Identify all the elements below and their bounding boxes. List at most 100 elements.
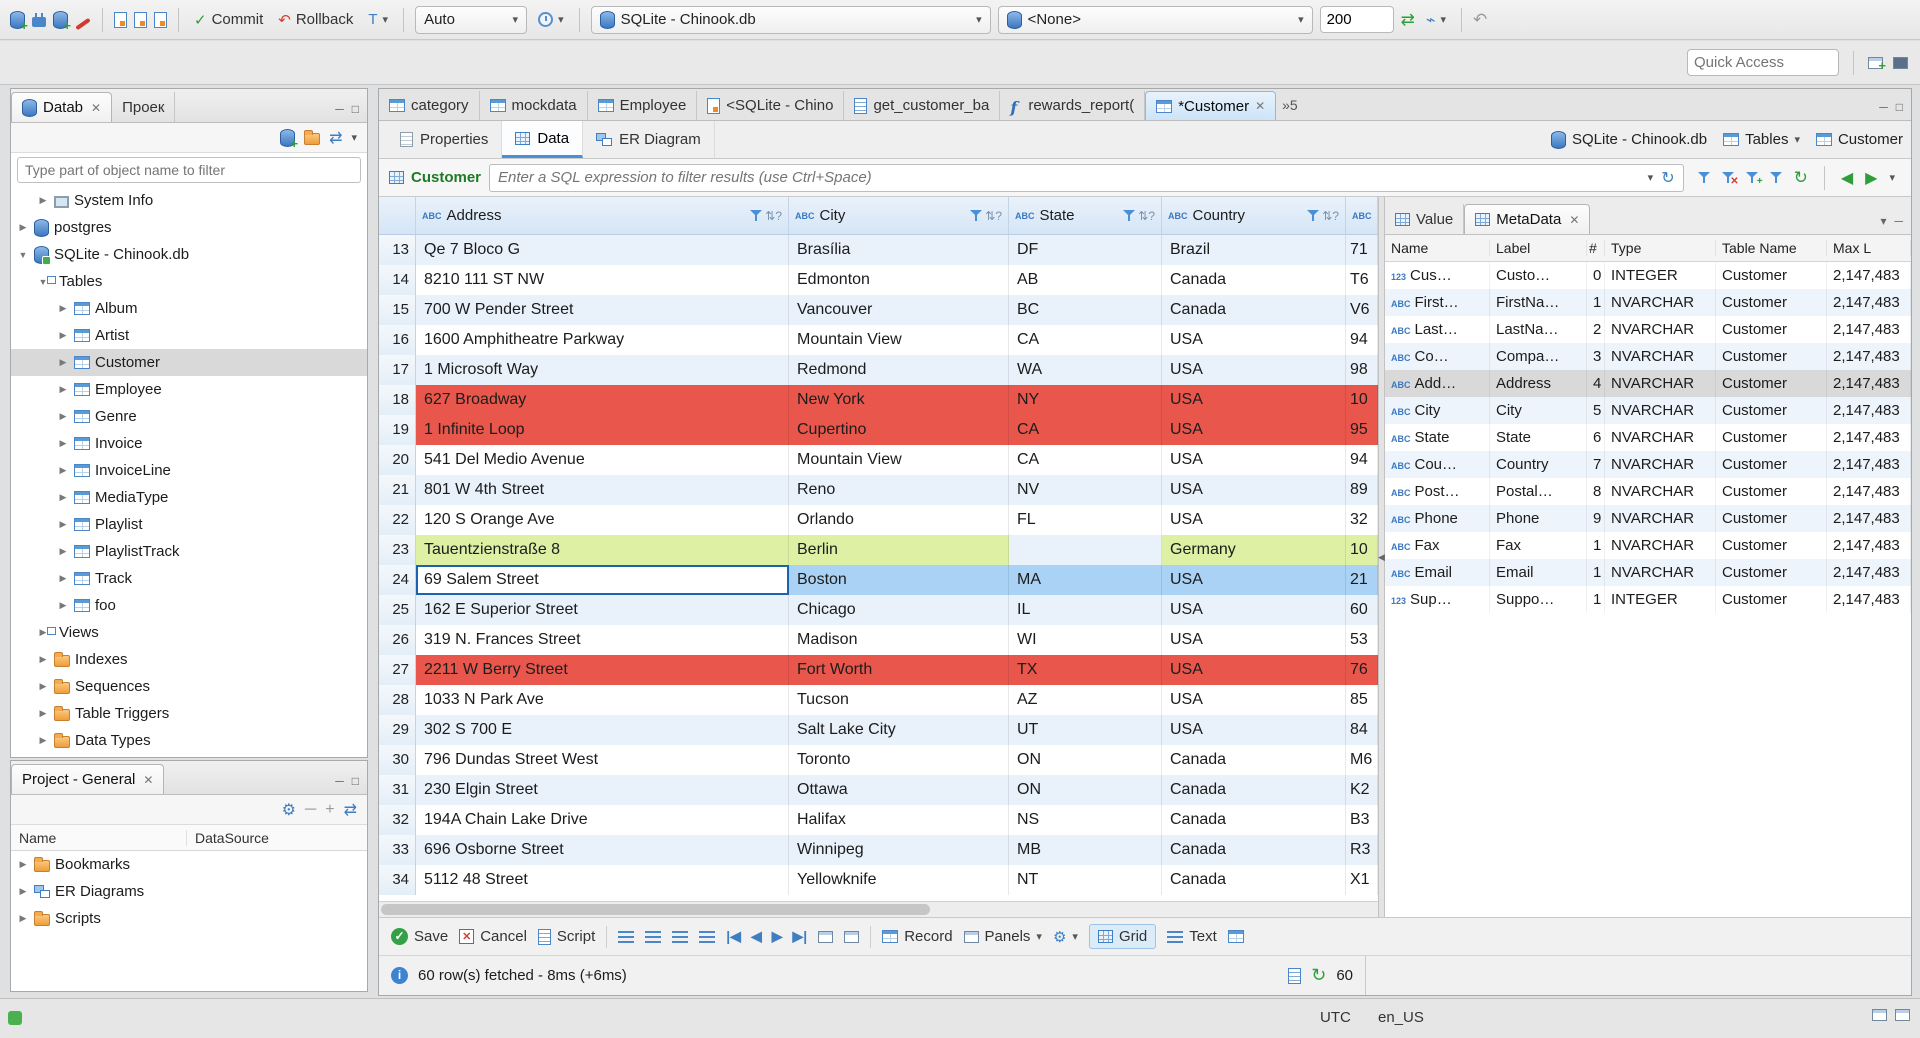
table-row[interactable]: 26 319 N. Frances Street Madison WI USA …	[379, 625, 1378, 655]
address-cell[interactable]: 696 Osborne Street	[416, 835, 789, 865]
meta-table-cell[interactable]: Customer	[1716, 586, 1827, 613]
navigator-tree-item[interactable]: ▶ Album	[11, 295, 367, 322]
previous-row-button[interactable]: ◀	[751, 928, 762, 945]
meta-table-cell[interactable]: Customer	[1716, 532, 1827, 559]
grid-corner-cell[interactable]	[379, 197, 416, 234]
meta-ordinal-cell[interactable]: 6	[1587, 424, 1605, 451]
city-cell[interactable]: New York	[789, 385, 1009, 415]
meta-label-cell[interactable]: Email	[1490, 559, 1587, 586]
state-cell[interactable]: WA	[1009, 355, 1162, 385]
address-cell[interactable]: 2211 W Berry Street	[416, 655, 789, 685]
row-number-cell[interactable]: 31	[379, 775, 416, 805]
navigator-tree-item[interactable]: ▶ Artist	[11, 322, 367, 349]
expand-arrow-icon[interactable]: ▶	[57, 438, 69, 449]
filter-icon[interactable]	[1697, 172, 1710, 183]
close-icon[interactable]: ✕	[1569, 213, 1579, 227]
navigator-tree-item[interactable]: ▼ Tables	[11, 268, 367, 295]
grid-column-header[interactable]: ABC Address ⇅?	[416, 197, 789, 234]
first-row-button[interactable]: |◀	[726, 928, 741, 945]
address-cell[interactable]: 1 Infinite Loop	[416, 415, 789, 445]
meta-name-cell[interactable]: 123 Sup…	[1385, 586, 1490, 613]
row-number-cell[interactable]: 18	[379, 385, 416, 415]
meta-ordinal-cell[interactable]: 1	[1587, 586, 1605, 613]
meta-label-cell[interactable]: Compa…	[1490, 343, 1587, 370]
address-cell[interactable]: 8210 111 ST NW	[416, 265, 789, 295]
address-cell[interactable]: 319 N. Frances Street	[416, 625, 789, 655]
breadcrumb-entity[interactable]: Customer	[1815, 131, 1903, 148]
meta-type-cell[interactable]: NVARCHAR	[1605, 370, 1716, 397]
collapse-all-icon[interactable]: ─	[305, 801, 316, 819]
editor-tab[interactable]: get_customer_ba	[844, 91, 1001, 120]
panel-menu-icon[interactable]: ▾	[1880, 214, 1886, 228]
maximize-button[interactable]: □	[1896, 100, 1903, 114]
grid-view-button[interactable]: Grid	[1088, 924, 1157, 949]
address-cell[interactable]: 120 S Orange Ave	[416, 505, 789, 535]
meta-column-header[interactable]: Type	[1605, 240, 1716, 256]
postal-cell[interactable]: X1	[1346, 865, 1378, 895]
tab-overflow-indicator[interactable]: »5	[1282, 97, 1298, 113]
row-number-cell[interactable]: 15	[379, 295, 416, 325]
notifications-icon[interactable]	[1895, 1009, 1910, 1021]
sql-filter-input[interactable]	[498, 169, 1640, 186]
city-cell[interactable]: Winnipeg	[789, 835, 1009, 865]
state-cell[interactable]: CA	[1009, 445, 1162, 475]
city-cell[interactable]: Berlin	[789, 535, 1009, 565]
address-cell[interactable]: 5112 48 Street	[416, 865, 789, 895]
meta-name-cell[interactable]: ABC Phone	[1385, 505, 1490, 532]
address-cell[interactable]: 796 Dundas Street West	[416, 745, 789, 775]
table-row[interactable]: 32 194A Chain Lake Drive Halifax NS Cana…	[379, 805, 1378, 835]
meta-ordinal-cell[interactable]: 7	[1587, 451, 1605, 478]
data-transfer-button[interactable]: ⌁ ▾	[1422, 6, 1450, 34]
metadata-row[interactable]: ABC Post… Postal… 8 NVARCHAR Customer 2,1…	[1385, 478, 1911, 505]
country-cell[interactable]: Canada	[1162, 805, 1346, 835]
navigator-tree-item[interactable]: ▼ SQLite - Chinook.db	[11, 241, 367, 268]
meta-column-header[interactable]: #	[1587, 240, 1605, 256]
navigator-tree-item[interactable]: ▶ Track	[11, 565, 367, 592]
table-row[interactable]: 16 1600 Amphitheatre Parkway Mountain Vi…	[379, 325, 1378, 355]
meta-name-cell[interactable]: ABC Email	[1385, 559, 1490, 586]
background-tasks-icon[interactable]	[1872, 1009, 1887, 1021]
tab-project-general[interactable]: Project - General ✕	[11, 764, 165, 794]
column-filter-icon[interactable]	[1123, 210, 1136, 221]
metadata-row[interactable]: ABC Email Email 1 NVARCHAR Customer 2,147…	[1385, 559, 1911, 586]
state-cell[interactable]: FL	[1009, 505, 1162, 535]
open-perspective-icon[interactable]	[1868, 56, 1886, 73]
city-cell[interactable]: Fort Worth	[789, 655, 1009, 685]
meta-name-cell[interactable]: ABC First…	[1385, 289, 1490, 316]
meta-label-cell[interactable]: Postal…	[1490, 478, 1587, 505]
meta-column-header[interactable]: Name	[1385, 240, 1490, 256]
meta-column-header[interactable]: Label	[1490, 240, 1587, 256]
maximize-results-icon[interactable]	[844, 930, 860, 943]
settings-gear-icon[interactable]: ⚙	[282, 800, 296, 820]
meta-label-cell[interactable]: Suppo…	[1490, 586, 1587, 613]
expand-arrow-icon[interactable]: ▶	[57, 303, 69, 314]
table-row[interactable]: 15 700 W Pender Street Vancouver BC Cana…	[379, 295, 1378, 325]
country-cell[interactable]: USA	[1162, 445, 1346, 475]
navigator-tree-item[interactable]: ▶ Genre	[11, 403, 367, 430]
toggle-layout-icon[interactable]	[699, 930, 716, 943]
project-tree-item[interactable]: ▶ ER Diagrams	[11, 878, 367, 905]
state-cell[interactable]: NV	[1009, 475, 1162, 505]
record-button[interactable]: Record	[882, 928, 953, 945]
fetch-all-rows-icon[interactable]	[645, 930, 662, 943]
row-number-cell[interactable]: 24	[379, 565, 416, 595]
country-cell[interactable]: USA	[1162, 685, 1346, 715]
meta-label-cell[interactable]: State	[1490, 424, 1587, 451]
meta-label-cell[interactable]: Fax	[1490, 532, 1587, 559]
expand-all-icon[interactable]: +	[325, 801, 334, 819]
meta-maxlength-cell[interactable]: 2,147,483	[1827, 424, 1911, 451]
meta-ordinal-cell[interactable]: 9	[1587, 505, 1605, 532]
metadata-row[interactable]: ABC Add… Address 4 NVARCHAR Customer 2,14…	[1385, 370, 1911, 397]
navigator-tree-item[interactable]: ▶ Indexes	[11, 646, 367, 673]
city-cell[interactable]: Orlando	[789, 505, 1009, 535]
expand-arrow-icon[interactable]: ▶	[37, 708, 49, 719]
minimize-button[interactable]: ─	[1879, 100, 1888, 114]
postal-cell[interactable]: 98	[1346, 355, 1378, 385]
meta-name-cell[interactable]: ABC Fax	[1385, 532, 1490, 559]
link-with-editor-icon[interactable]: ⇄	[329, 128, 342, 148]
row-number-cell[interactable]: 21	[379, 475, 416, 505]
meta-ordinal-cell[interactable]: 1	[1587, 289, 1605, 316]
new-connection-icon[interactable]	[10, 10, 28, 33]
table-row[interactable]: 18 627 Broadway New York NY USA 10	[379, 385, 1378, 415]
connect-icon[interactable]	[32, 12, 46, 27]
